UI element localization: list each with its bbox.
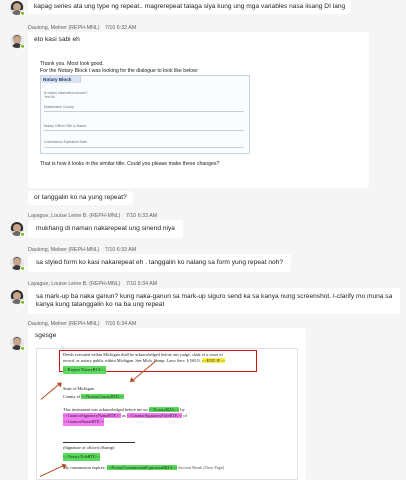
doc-text: (Signature of officer) (Stamp) bbox=[63, 445, 115, 450]
timestamp: 7/10 6:34 AM bbox=[125, 281, 158, 287]
author-name: Daulong, Melner (REPH-MNL) bbox=[28, 247, 100, 253]
message-bubble[interactable]: sa styled form ko kasi nakarepeat eh . t… bbox=[28, 254, 292, 273]
message-meta: Daulong, Melner (REPH-MNL) 7/10 6:33 AM bbox=[28, 247, 140, 253]
message-text: sa mark-up ba naka ganun? kung naka-ganu… bbox=[36, 293, 393, 300]
presence-available-icon bbox=[20, 11, 25, 16]
image-text: For the Notary Block I was looking for t… bbox=[40, 68, 199, 74]
message-group: or tanggalin ko na yung repeat? bbox=[0, 190, 406, 208]
message-meta: Daulong, Melner (REPH-MNL) 7/10 6:34 AM bbox=[28, 321, 140, 327]
annotation-arrow bbox=[39, 464, 66, 478]
message-group: kapag series ata ung type ng repeat.. ma… bbox=[0, 0, 406, 20]
message-bubble[interactable]: sgesge Deeds executed within Michigan sh… bbox=[28, 328, 306, 480]
message-group: Daulong, Melner (REPH-MNL) 7/10 6:34 AM … bbox=[0, 321, 406, 480]
doc-text: <<GrantorNameRTE>> bbox=[63, 418, 105, 427]
notary-dialog-image: Notary Block Is notary information known… bbox=[40, 75, 250, 154]
doc-text: record, or notary public within Michigan… bbox=[63, 358, 226, 363]
timestamp: 7/10 6:34 AM bbox=[105, 321, 137, 327]
timestamp: 7/10 6:33 AM bbox=[105, 247, 137, 253]
author-name: Daulong, Melner (REPH-MNL) bbox=[28, 321, 100, 327]
annotation-arrow bbox=[40, 382, 62, 401]
doc-text: <<NotaryTitleRTE>> bbox=[63, 453, 101, 462]
input-line bbox=[44, 130, 244, 131]
author-name: Daulong, Melner (REPH-MNL) bbox=[28, 25, 100, 31]
message-text: kanya kung tatanggalin ko na ba ung repe… bbox=[36, 301, 165, 309]
presence-available-icon bbox=[20, 346, 25, 351]
message-meta: Layague, Louise Leine B. (REPH-MNL) 7/10… bbox=[28, 213, 161, 219]
image-text: That is how it looks in the similar titl… bbox=[40, 161, 220, 167]
message-text: kapag series ata ung type ng repeat.. ma… bbox=[34, 3, 346, 10]
signature-line bbox=[63, 442, 135, 443]
presence-available-icon bbox=[20, 232, 25, 237]
message-meta: Layague, Louise Leine B. (REPH-MNL) 7/10… bbox=[28, 281, 161, 287]
message-group: Daulong, Melner (REPH-MNL) 7/10 6:33 AM … bbox=[0, 242, 406, 276]
message-group: Layague, Louise Leine B. (REPH-MNL) 7/10… bbox=[0, 276, 406, 322]
presence-available-icon bbox=[20, 266, 25, 271]
message-bubble[interactable]: sa mark-up ba naka ganun? kung naka-ganu… bbox=[28, 288, 400, 315]
doc-text: My commission expires: <<NotaryCommissio… bbox=[63, 465, 225, 470]
author-name: Layague, Louise Leine B. (REPH-MNL) bbox=[28, 213, 121, 219]
message-text: or tanggalin ko na yung repeat? bbox=[34, 194, 127, 201]
message-group: Daulong, Melner (REPH-MNL) 7/10 6:32 AM … bbox=[0, 20, 406, 190]
timestamp: 7/10 6:32 AM bbox=[105, 25, 137, 31]
message-text: sgesge bbox=[35, 332, 57, 339]
timestamp: 7/10 6:33 AM bbox=[125, 213, 158, 219]
author-name: Layague, Louise Leine B. (REPH-MNL) bbox=[28, 281, 121, 287]
input-line bbox=[44, 147, 244, 148]
message-bubble[interactable]: or tanggalin ko na yung repeat? bbox=[28, 191, 133, 206]
doc-text: State of Michigan bbox=[63, 386, 94, 391]
doc-text: County of <<NotaryCountyRTE>> bbox=[63, 394, 124, 399]
message-bubble[interactable]: eto kasi sabi eh Thank you. Most look go… bbox=[28, 32, 369, 188]
dialog-header: Notary Block bbox=[41, 76, 81, 83]
presence-available-icon bbox=[20, 300, 25, 305]
message-meta: Daulong, Melner (REPH-MNL) 7/10 6:32 AM bbox=[28, 25, 140, 31]
message-text: mukhang di naman nakarepeat ung sinend n… bbox=[36, 225, 175, 232]
attached-image[interactable]: Thank you. Most look good. For the Notar… bbox=[34, 52, 259, 184]
message-text: eto kasi sabi eh bbox=[34, 36, 80, 43]
message-text: sa styled form ko kasi nakarepeat eh . t… bbox=[36, 259, 284, 266]
attached-image[interactable]: Deeds executed within Michigan shall be … bbox=[36, 348, 298, 480]
form-label: Yes No bbox=[44, 95, 55, 99]
form-label: Commission Expiration Date: bbox=[44, 140, 88, 144]
message-group: Layague, Louise Leine B. (REPH-MNL) 7/10… bbox=[0, 208, 406, 242]
form-label: Notarization County: bbox=[44, 105, 75, 109]
message-bubble[interactable]: kapag series ata ung type ng repeat.. ma… bbox=[28, 0, 352, 15]
input-line bbox=[44, 111, 244, 112]
form-label: Notary Officer Title or Name: bbox=[44, 124, 87, 128]
presence-available-icon bbox=[20, 44, 25, 49]
doc-text: <<Repeat NotaryBLK>> bbox=[63, 366, 107, 375]
message-bubble[interactable]: mukhang di naman nakarepeat ung sinend n… bbox=[28, 220, 183, 239]
